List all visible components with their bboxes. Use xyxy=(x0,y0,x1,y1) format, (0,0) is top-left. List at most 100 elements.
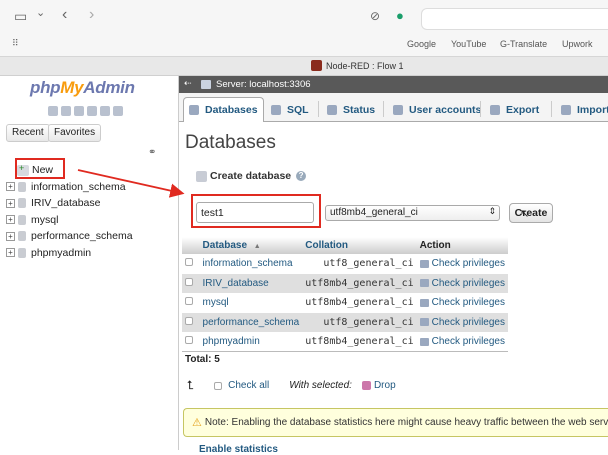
header-database[interactable]: Database ▲ xyxy=(199,237,303,254)
header-action: Action xyxy=(416,237,508,254)
check-privileges-link[interactable]: Check privileges xyxy=(419,316,505,328)
check-privileges-label: Check privileges xyxy=(431,316,505,328)
expand-icon[interactable]: + xyxy=(6,198,15,208)
user-accounts-icon xyxy=(393,104,403,115)
drop-link[interactable]: Drop xyxy=(374,380,396,391)
bookmark-upwork[interactable]: Upwork xyxy=(562,39,593,49)
help-icon[interactable] xyxy=(74,106,84,116)
favorites-button[interactable]: Favorites xyxy=(48,124,102,142)
phpmyadmin-logo[interactable]: phpMyAdmin xyxy=(30,78,135,98)
row-checkbox[interactable] xyxy=(185,316,193,325)
address-bar[interactable] xyxy=(421,8,608,30)
table-row: information_schema utf8_general_ci Check… xyxy=(182,254,508,274)
sidebar-toggle-icon[interactable]: ▭ xyxy=(14,8,27,25)
home-icon[interactable] xyxy=(48,106,58,116)
link-chain-icon[interactable]: ⚭ xyxy=(148,147,156,158)
logout-icon[interactable] xyxy=(61,106,71,116)
back-arrow-icon[interactable]: ‹ xyxy=(62,6,67,24)
server-label[interactable]: Server: localhost:3306 xyxy=(216,79,311,90)
sort-ascending-icon: ▲ xyxy=(253,243,261,250)
statistics-notice: ⚠ Note: Enabling the database statistics… xyxy=(183,408,608,437)
database-link[interactable]: phpmyadmin xyxy=(203,336,260,347)
database-link[interactable]: performance_schema xyxy=(203,317,300,328)
check-privileges-label: Check privileges xyxy=(431,297,505,309)
create-button[interactable]: Create xyxy=(509,203,553,223)
collation-select[interactable]: utf8mb4_general_ci ⇕ xyxy=(325,205,500,221)
check-privileges-label: Check privileges xyxy=(431,258,505,270)
expand-icon[interactable]: + xyxy=(6,215,15,225)
tab-title[interactable]: Node-RED : Flow 1 xyxy=(326,61,404,71)
settings-icon[interactable] xyxy=(100,106,110,116)
recent-button[interactable]: Recent xyxy=(6,124,50,142)
expand-icon[interactable]: + xyxy=(6,248,15,258)
create-database-label: Create database ? xyxy=(196,170,307,182)
check-privileges-link[interactable]: Check privileges xyxy=(419,278,505,289)
expand-icon[interactable]: + xyxy=(6,182,15,192)
collapse-arrow-icon[interactable]: ⇠ xyxy=(184,78,192,89)
privileges-icon xyxy=(419,298,429,307)
mouse-cursor-icon: ↖ xyxy=(520,208,530,220)
notice-text: Note: Enabling the database statistics h… xyxy=(204,417,608,428)
docs-icon[interactable] xyxy=(87,106,97,116)
privileges-icon xyxy=(419,337,429,346)
help-icon[interactable]: ? xyxy=(296,171,307,181)
collation-cell: utf8_general_ci xyxy=(302,312,417,332)
bookmark-g-translate[interactable]: G-Translate xyxy=(500,39,547,49)
tree-item-phpmyadmin[interactable]: + phpmyadmin xyxy=(6,245,133,262)
collation-cell: utf8mb4_general_ci xyxy=(302,332,417,352)
reload-icon[interactable] xyxy=(113,106,123,116)
top-menu: Databases SQL Status User accounts Expor… xyxy=(179,93,608,122)
database-link[interactable]: mysql xyxy=(203,297,229,308)
row-checkbox[interactable] xyxy=(185,277,193,286)
row-checkbox[interactable] xyxy=(185,258,193,267)
select-arrow-icon: ⮤ xyxy=(187,378,195,392)
check-privileges-link[interactable]: Check privileges xyxy=(419,297,505,309)
tree-item-label: phpmyadmin xyxy=(31,246,92,259)
tab-label: Import xyxy=(577,103,608,116)
tab-databases[interactable]: Databases xyxy=(183,97,264,122)
tree-item-iriv-database[interactable]: + IRIV_database xyxy=(6,195,133,212)
bulk-actions: ⮤ Check all With selected: Drop xyxy=(187,378,416,393)
tab-sql[interactable]: SQL xyxy=(271,97,309,122)
logo-php: php xyxy=(30,78,61,97)
tab-user-accounts[interactable]: User accounts xyxy=(393,97,481,122)
check-privileges-link[interactable]: Check privileges xyxy=(419,258,505,270)
row-checkbox[interactable] xyxy=(185,336,193,344)
page-title: Databases xyxy=(185,132,276,153)
status-icon xyxy=(327,104,337,115)
tab-label: Databases xyxy=(205,104,258,116)
export-icon xyxy=(490,104,500,115)
privileges-icon xyxy=(419,279,429,288)
table-row: phpmyadmin utf8mb4_general_ci Check priv… xyxy=(182,332,508,352)
grammarly-extension-icon[interactable]: ● xyxy=(396,8,404,23)
header-collation[interactable]: Collation xyxy=(302,237,417,254)
tab-export[interactable]: Export xyxy=(490,97,539,122)
privileges-icon xyxy=(419,259,429,268)
table-row: mysql utf8mb4_general_ci Check privilege… xyxy=(182,293,508,313)
database-icon xyxy=(18,198,26,209)
chevron-down-icon[interactable]: ⌄ xyxy=(36,6,45,19)
check-all-link[interactable]: Check all xyxy=(228,380,269,391)
header-database-label: Database xyxy=(202,240,247,251)
tab-import[interactable]: Import xyxy=(561,97,608,122)
database-link[interactable]: information_schema xyxy=(203,258,293,269)
row-checkbox-cell xyxy=(182,332,200,352)
table-header-row: Database ▲ Collation Action xyxy=(182,237,508,254)
row-checkbox[interactable] xyxy=(185,297,193,306)
expand-icon[interactable]: + xyxy=(6,231,15,241)
forward-arrow-icon[interactable]: › xyxy=(89,6,94,24)
database-link[interactable]: IRIV_database xyxy=(203,278,269,289)
block-icon[interactable]: ⊘ xyxy=(370,9,380,23)
tab-status[interactable]: Status xyxy=(327,97,375,122)
divider xyxy=(318,101,319,117)
tree-item-performance-schema[interactable]: + performance_schema xyxy=(6,228,133,245)
tree-item-information-schema[interactable]: + information_schema xyxy=(6,179,133,196)
tab-label: Status xyxy=(343,103,376,116)
apps-grid-icon[interactable]: ⠿ xyxy=(12,38,19,49)
bookmark-google[interactable]: Google xyxy=(407,39,436,49)
check-all-checkbox[interactable] xyxy=(214,381,223,390)
tree-item-mysql[interactable]: + mysql xyxy=(6,212,133,229)
bookmark-youtube[interactable]: YouTube xyxy=(451,39,486,49)
check-privileges-link[interactable]: Check privileges xyxy=(419,336,505,347)
database-icon xyxy=(18,181,26,192)
